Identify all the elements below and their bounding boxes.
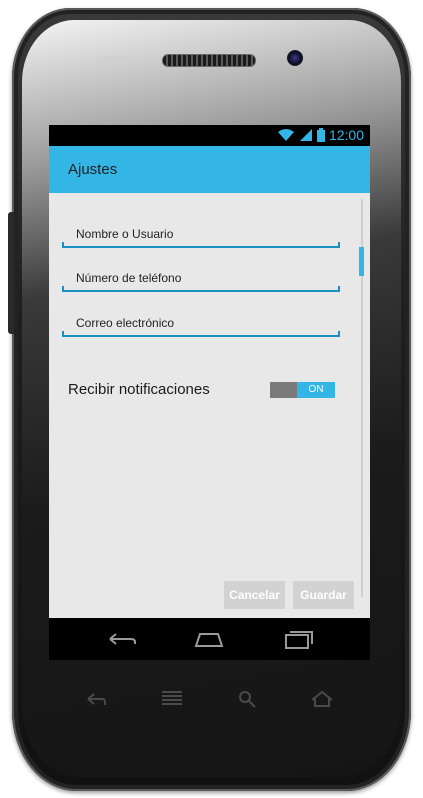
field-underline <box>62 246 340 248</box>
phone-placeholder: Número de teléfono <box>76 271 182 285</box>
hw-search-icon <box>239 691 256 708</box>
back-icon[interactable] <box>105 628 139 650</box>
field-underline-tick <box>338 242 340 248</box>
status-icons: 12:00 <box>277 127 364 143</box>
settings-form: Nombre o Usuario Número de teléfono Corr… <box>49 193 370 609</box>
field-underline-tick <box>62 331 64 337</box>
phone-number-field[interactable]: Número de teléfono <box>62 262 340 292</box>
email-field[interactable]: Correo electrónico <box>62 307 340 337</box>
notifications-label: Recibir notificaciones <box>68 381 210 398</box>
username-field[interactable]: Nombre o Usuario <box>62 218 340 248</box>
cancel-button[interactable]: Cancelar <box>224 581 285 609</box>
toggle-on-label: ON <box>297 382 335 398</box>
field-underline-tick <box>338 331 340 337</box>
volume-button <box>8 212 14 334</box>
notifications-toggle[interactable]: ON <box>270 382 335 398</box>
email-placeholder: Correo electrónico <box>76 316 175 330</box>
signal-icon <box>299 129 312 141</box>
field-underline-tick <box>62 286 64 292</box>
proximity-sensor <box>95 56 131 66</box>
action-bar: Ajustes <box>49 146 370 193</box>
status-bar: 12:00 <box>49 125 370 146</box>
field-underline-tick <box>338 286 340 292</box>
save-button[interactable]: Guardar <box>293 581 354 609</box>
username-placeholder: Nombre o Usuario <box>76 227 174 241</box>
scrollbar-thumb[interactable] <box>359 247 364 276</box>
hw-menu-icon <box>162 691 182 705</box>
page-title: Ajustes <box>68 161 118 178</box>
status-time: 12:00 <box>328 127 364 143</box>
hw-back-icon <box>87 693 106 705</box>
earpiece-speaker <box>162 54 256 67</box>
hw-home-icon <box>311 690 333 707</box>
field-underline-tick <box>62 242 64 248</box>
recent-apps-icon[interactable] <box>281 628 315 650</box>
home-icon[interactable] <box>192 628 226 650</box>
navigation-bar <box>49 618 370 660</box>
front-camera <box>287 50 303 66</box>
battery-icon <box>316 128 325 142</box>
wifi-icon <box>277 129 294 141</box>
device-screen: 12:00 Ajustes Nombre o Usuario Número de… <box>49 125 370 660</box>
field-underline <box>62 290 340 292</box>
field-underline <box>62 335 340 337</box>
